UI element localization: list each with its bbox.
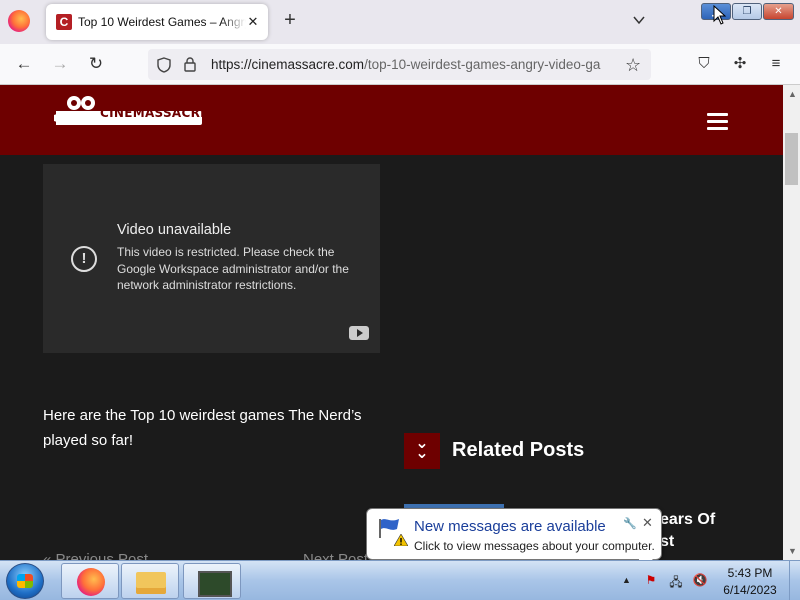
pocket-icon[interactable]: ⛉ (694, 54, 714, 74)
tray-volume-muted-icon[interactable]: 🔇 (692, 573, 708, 589)
tray-expand-arrow-icon[interactable]: ▲ (622, 575, 631, 585)
balloon-close-icon[interactable]: ✕ (642, 515, 653, 531)
taskbar-task-manager-icon[interactable] (183, 563, 241, 599)
url-text[interactable]: https://cinemassacre.com/top-10-weirdest… (211, 57, 616, 72)
extensions-icon[interactable]: ✣ (730, 54, 750, 74)
hamburger-menu-icon[interactable] (707, 113, 728, 131)
tracking-shield-icon[interactable] (157, 57, 171, 73)
balloon-title: New messages are available (414, 518, 606, 535)
balloon-message: Click to view messages about your comput… (414, 539, 655, 553)
taskbar-explorer-icon[interactable] (121, 563, 179, 599)
balloon-options-wrench-icon[interactable]: 🔧 (623, 517, 637, 530)
lock-icon[interactable] (184, 57, 196, 72)
web-page: CINEMASSACRE ! Video unavailable This vi… (0, 85, 783, 560)
clock-date[interactable]: 6/14/2023 (712, 583, 788, 597)
action-center-balloon[interactable]: New messages are available Click to view… (366, 508, 662, 571)
video-error-message: This video is restricted. Please check t… (117, 245, 349, 292)
firefox-view-icon[interactable] (8, 10, 30, 32)
restore-button[interactable]: ❐ (732, 3, 762, 20)
url-path: /top-10-weirdest-games-angry-video-ga (364, 57, 601, 72)
video-error-title: Video unavailable (117, 222, 232, 238)
related-posts-heading: Related Posts (452, 439, 585, 461)
related-post-title[interactable]: ears Of st (660, 509, 780, 553)
tab-list-chevron-icon[interactable] (632, 13, 646, 27)
tray-action-center-flag-icon[interactable]: ⚑ (643, 573, 659, 589)
reload-icon[interactable]: ↻ (86, 54, 106, 74)
next-post-link[interactable]: Next Post (303, 551, 368, 560)
close-window-button[interactable]: ✕ (763, 3, 794, 20)
tab-title: Top 10 Weirdest Games – Angry Video Game… (78, 15, 246, 29)
double-chevron-icon: ⌄ ⌄ (404, 433, 440, 469)
app-menu-icon[interactable]: ≡ (766, 54, 786, 74)
mouse-cursor-icon (713, 5, 727, 25)
scroll-down-arrow-icon[interactable]: ▼ (788, 546, 797, 556)
taskbar-firefox-icon[interactable] (61, 563, 119, 599)
bookmark-star-icon[interactable]: ☆ (625, 55, 641, 76)
intro-paragraph: Here are the Top 10 weirdest games The N… (43, 407, 362, 449)
warning-icon (394, 534, 408, 546)
back-arrow-icon[interactable]: ← (14, 54, 34, 74)
navigation-toolbar: ← → ↻ https://cinemassacre.com/top-10-we… (0, 44, 800, 85)
page-scrollbar[interactable]: ▲ ▼ (783, 85, 800, 560)
tab-active[interactable]: C Top 10 Weirdest Games – Angry Video Ga… (46, 4, 268, 40)
previous-post-link[interactable]: « Previous Post (43, 551, 148, 560)
forward-arrow-icon[interactable]: → (50, 54, 70, 74)
start-button[interactable] (6, 563, 44, 599)
scroll-up-arrow-icon[interactable]: ▲ (788, 89, 797, 99)
clock-time[interactable]: 5:43 PM (712, 566, 788, 580)
site-header: CINEMASSACRE (0, 85, 783, 155)
show-desktop-button[interactable] (789, 561, 800, 600)
taskbar: ▲ ⚑ 🖧 🔇 5:43 PM 6/14/2023 (0, 560, 800, 600)
tab-close-icon[interactable]: ✕ (244, 13, 262, 31)
logo-text: CINEMASSACRE (100, 106, 209, 120)
alert-icon: ! (71, 246, 97, 272)
scroll-thumb[interactable] (785, 133, 798, 185)
url-host: https://cinemassacre.com (211, 57, 365, 72)
video-player[interactable]: ! Video unavailable This video is restri… (43, 164, 380, 353)
youtube-icon[interactable] (349, 326, 369, 340)
tray-network-icon[interactable]: 🖧 (668, 573, 684, 589)
url-bar[interactable]: https://cinemassacre.com/top-10-weirdest… (148, 49, 651, 80)
new-tab-button[interactable]: + (280, 10, 300, 30)
tab-strip: C Top 10 Weirdest Games – Angry Video Ga… (0, 0, 800, 44)
site-favicon-icon: C (56, 14, 72, 30)
